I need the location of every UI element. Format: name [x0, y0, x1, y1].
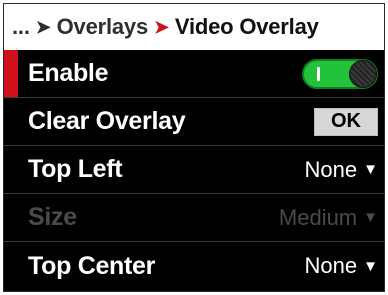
setting-row-top-center[interactable]: Top Center None ▼ — [4, 242, 384, 290]
chevron-down-icon: ▼ — [363, 209, 378, 226]
clear-overlay-ok-button[interactable]: OK — [314, 107, 378, 136]
breadcrumb-overlays[interactable]: Overlays — [57, 14, 149, 40]
size-select: Medium ▼ — [279, 205, 378, 231]
enable-toggle[interactable] — [302, 58, 378, 89]
select-value: None — [304, 253, 358, 278]
toggle-knob-icon[interactable] — [349, 59, 377, 88]
breadcrumb-ellipsis[interactable]: ... — [12, 14, 30, 40]
video-overlay-menu: ... ➤ Overlays ➤ Video Overlay Enable Cl… — [3, 3, 385, 292]
top-left-select[interactable]: None ▼ — [305, 157, 378, 183]
setting-label: Top Left — [28, 155, 123, 183]
setting-row-enable[interactable]: Enable — [4, 50, 384, 98]
setting-row-size: Size Medium ▼ — [4, 194, 384, 242]
chevron-down-icon: ▼ — [363, 161, 378, 178]
setting-row-top-left[interactable]: Top Left None ▼ — [4, 146, 384, 194]
page-title: Video Overlay — [174, 14, 319, 39]
setting-label: Size — [28, 203, 77, 231]
setting-row-clear-overlay[interactable]: Clear Overlay OK — [4, 98, 384, 146]
breadcrumb-current-separator-icon: ➤ — [154, 16, 169, 37]
chevron-down-icon: ▼ — [363, 257, 378, 275]
select-value: Medium — [278, 204, 358, 230]
toggle-on-mark-icon — [317, 66, 320, 81]
select-value: None — [304, 156, 358, 182]
setting-label: Enable — [28, 59, 109, 87]
setting-label: Top Center — [28, 251, 156, 280]
breadcrumb: ... ➤ Overlays ➤ Video Overlay — [4, 4, 384, 50]
settings-list: Enable Clear Overlay OK Top Left None ▼ … — [4, 50, 384, 290]
selection-indicator — [4, 50, 18, 97]
breadcrumb-separator-icon: ➤ — [35, 16, 51, 37]
top-center-select[interactable]: None ▼ — [305, 253, 378, 279]
setting-label: Clear Overlay — [28, 107, 186, 135]
